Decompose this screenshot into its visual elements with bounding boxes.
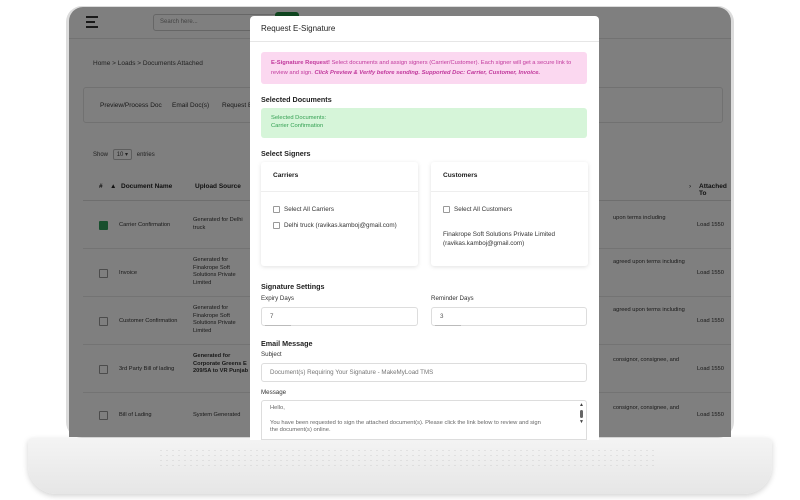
select-all-carriers-label: Select All Carriers: [284, 206, 335, 214]
modal-title: Request E-Signature: [261, 24, 336, 33]
esignature-modal: Request E-Signature E-Signature Request!…: [250, 16, 599, 440]
checkbox-icon[interactable]: [443, 206, 450, 213]
customers-card: Customers Select All Customers Finakrope…: [431, 162, 588, 266]
expiry-days-label: Expiry Days: [261, 295, 295, 302]
message-label: Message: [261, 389, 287, 396]
customer-email: (ravikas.kamboj@gmail.com): [443, 240, 525, 247]
carriers-title: Carriers: [273, 172, 299, 179]
scroll-up-icon[interactable]: ▲: [579, 403, 584, 408]
info-note: Click Preview & Verify before sending. S…: [314, 70, 541, 76]
email-message-title: Email Message: [261, 339, 313, 348]
select-all-carriers[interactable]: Select All Carriers: [273, 206, 334, 213]
expiry-days-value: 7: [270, 313, 274, 320]
scroll-thumb[interactable]: [580, 410, 583, 418]
message-scrollbar[interactable]: ▲ ▼: [579, 403, 584, 437]
select-all-customers[interactable]: Select All Customers: [443, 206, 512, 213]
reminder-days-value: 3: [440, 313, 444, 320]
carriers-card: Carriers Select All Carriers Delhi truck…: [261, 162, 418, 266]
select-all-customers-label: Select All Customers: [454, 206, 513, 214]
selected-document-item: Carrier Confirmation: [271, 123, 324, 129]
carrier-option-label: Delhi truck (ravikas.kamboj@gmail.com): [284, 222, 397, 230]
checkbox-icon[interactable]: [273, 206, 280, 213]
message-line: the document(s) online.: [270, 427, 331, 433]
customers-title: Customers: [443, 172, 478, 179]
subject-input[interactable]: Document(s) Requiring Your Signature - M…: [261, 363, 587, 382]
selected-documents-box: Selected Documents: Carrier Confirmation: [261, 108, 587, 138]
carrier-option[interactable]: Delhi truck (ravikas.kamboj@gmail.com): [273, 222, 397, 229]
info-banner: E-Signature Request! Select documents an…: [261, 52, 587, 84]
modal-header: Request E-Signature: [250, 16, 599, 42]
message-line: Hello,: [270, 405, 285, 411]
reminder-days-label: Reminder Days: [431, 295, 474, 302]
selected-documents-label: Selected Documents:: [271, 115, 327, 121]
message-textarea[interactable]: Hello, You have been requested to sign t…: [261, 400, 587, 440]
signature-settings-title: Signature Settings: [261, 282, 325, 291]
checkbox-icon[interactable]: [273, 222, 280, 229]
info-lead: E-Signature Request!: [271, 60, 330, 66]
customer-option[interactable]: Finakrope Soft Solutions Private Limited…: [443, 230, 555, 248]
expiry-days-input[interactable]: 7: [261, 307, 418, 326]
laptop-base: [28, 438, 772, 494]
keyboard-texture: [158, 448, 658, 466]
select-signers-title: Select Signers: [261, 149, 311, 158]
customer-name: Finakrope Soft Solutions Private Limited: [443, 231, 556, 238]
selected-documents-title: Selected Documents: [261, 95, 332, 104]
scroll-down-icon[interactable]: ▼: [579, 420, 584, 425]
reminder-days-input[interactable]: 3: [431, 307, 587, 326]
message-line: You have been requested to sign the atta…: [270, 419, 541, 426]
subject-label: Subject: [261, 351, 282, 358]
